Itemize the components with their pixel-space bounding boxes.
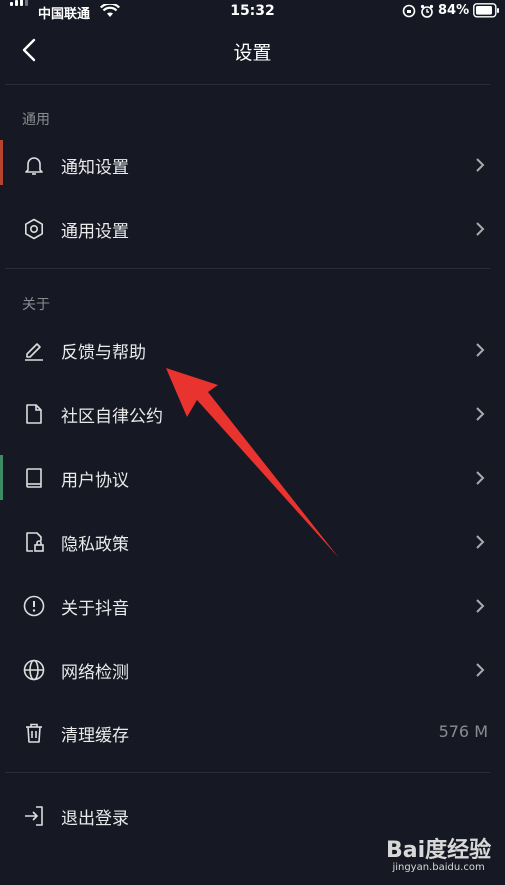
annotation-arrow: [166, 368, 339, 558]
watermark-url: jingyan.baidu.com: [392, 862, 485, 873]
watermark-brand: Bai度经验: [386, 838, 492, 863]
watermark: Bai度经验 jingyan.baidu.com: [386, 832, 491, 873]
